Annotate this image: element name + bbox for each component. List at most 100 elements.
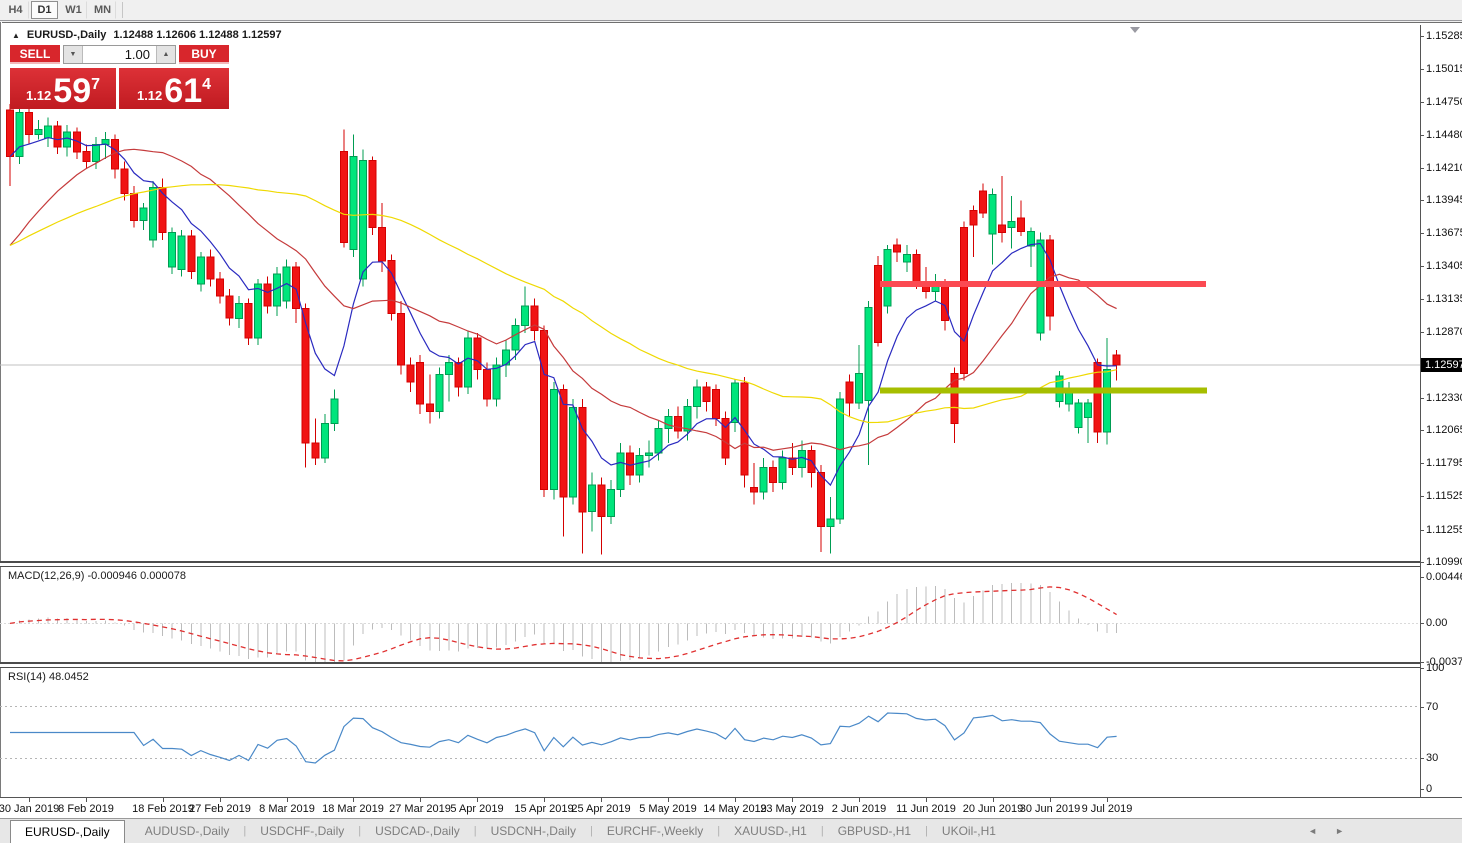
date-axis-label: 25 Apr 2019 (571, 803, 630, 815)
scroll-to-end-marker-icon[interactable] (1130, 27, 1140, 33)
rsi-axis-label: 0 (1426, 783, 1432, 795)
macd-axis-tick (1421, 577, 1424, 578)
one-click-trading-panel: SELL ▼ 1.00 ▲ BUY 1.12 59 7 1.12 61 4 (10, 45, 229, 109)
price-axis-tick (1421, 69, 1424, 70)
rsi-axis-tick (1421, 789, 1424, 790)
chart-tab-usdcad-daily[interactable]: USDCAD-,Daily (361, 819, 474, 843)
date-axis-tick (601, 798, 602, 802)
buy-button[interactable]: BUY (179, 45, 229, 64)
sell-price-prefix: 1.12 (26, 88, 51, 103)
timeframe-button-h4[interactable]: H4 (2, 1, 29, 19)
chart-tab-usdchf-daily[interactable]: USDCHF-,Daily (246, 819, 358, 843)
price-axis-tick (1421, 430, 1424, 431)
chart-tab-usdcnh-daily[interactable]: USDCNH-,Daily (477, 819, 590, 843)
rsi-axis-label: 100 (1426, 662, 1444, 674)
volume-input[interactable]: 1.00 (83, 46, 156, 63)
rsi-axis-label: 70 (1426, 701, 1438, 713)
date-axis-tick (163, 798, 164, 802)
date-axis-tick (926, 798, 927, 802)
chart-tab-xauusd-h1[interactable]: XAUUSD-,H1 (720, 819, 821, 843)
date-axis-tick (735, 798, 736, 802)
price-axis-tick (1421, 36, 1424, 37)
chart-tab-eurusd-daily[interactable]: EURUSD-,Daily (10, 820, 125, 843)
date-axis-label: 11 Jun 2019 (896, 803, 956, 815)
rsi-axis-tick (1421, 758, 1424, 759)
macd-plot[interactable] (0, 567, 1420, 662)
date-axis-tick (29, 798, 30, 802)
price-axis-tick (1421, 398, 1424, 399)
collapse-arrow-icon[interactable]: ▲ (12, 31, 20, 40)
volume-increase-icon[interactable]: ▲ (156, 46, 175, 63)
timeframe-button-mn[interactable]: MN (89, 1, 116, 19)
chart-tab-audusd-daily[interactable]: AUDUSD-,Daily (131, 819, 244, 843)
volume-decrease-icon[interactable]: ▼ (64, 46, 83, 63)
trade-panel-controls: SELL ▼ 1.00 ▲ BUY (10, 45, 229, 64)
tab-scroll-right-icon[interactable]: ► (1335, 826, 1344, 836)
chart-tab-bar: EURUSD-,DailyAUDUSD-,Daily|USDCHF-,Daily… (0, 818, 1462, 843)
price-axis-tick (1421, 562, 1424, 563)
date-axis-tick (993, 798, 994, 802)
price-axis-tick (1421, 463, 1424, 464)
price-axis-label: 1.13945 (1426, 194, 1462, 206)
tab-pager: ◄ ► (1308, 818, 1344, 843)
price-axis-tick (1421, 496, 1424, 497)
date-axis-tick (1107, 798, 1108, 802)
price-axis-tick (1421, 233, 1424, 234)
price-axis-tick (1421, 200, 1424, 201)
rsi-axis-tick (1421, 668, 1424, 669)
price-axis-label: 1.13405 (1426, 260, 1462, 272)
sell-price-big: 59 (53, 76, 91, 106)
price-axis-label: 1.11795 (1426, 457, 1462, 469)
buy-price-sup: 4 (202, 76, 211, 94)
date-axis-label: 30 Jan 2019 (0, 803, 59, 815)
macd-axis-label: 0.004465 (1426, 571, 1462, 583)
macd-axis-tick (1421, 623, 1424, 624)
buy-price-box[interactable]: 1.12 61 4 (119, 68, 229, 109)
timeframe-toolbar: H4 D1 W1 MN (0, 0, 1462, 21)
toolbar-divider (122, 2, 123, 18)
volume-stepper: ▼ 1.00 ▲ (63, 45, 176, 64)
timeframe-button-d1[interactable]: D1 (31, 1, 58, 19)
price-axis-label: 1.14480 (1426, 129, 1462, 141)
price-axis-tick (1421, 168, 1424, 169)
rsi-axis-label: 30 (1426, 752, 1438, 764)
buy-price-big: 61 (164, 76, 202, 106)
price-axis-label: 1.13135 (1426, 293, 1462, 305)
chart-tab-ukoil-h1[interactable]: UKOil-,H1 (928, 819, 1010, 843)
price-axis-tick (1421, 332, 1424, 333)
date-axis-tick (287, 798, 288, 802)
price-axis-tick (1421, 102, 1424, 103)
macd-axis-label: 0.00 (1426, 617, 1447, 629)
price-axis-label: 1.12330 (1426, 392, 1462, 404)
price-axis-label: 1.12870 (1426, 326, 1462, 338)
sell-price-box[interactable]: 1.12 59 7 (10, 68, 116, 109)
price-axis-label: 1.12065 (1426, 424, 1462, 436)
price-axis-label: 1.11525 (1426, 490, 1462, 502)
date-axis-tick (220, 798, 221, 802)
sell-button[interactable]: SELL (10, 45, 60, 64)
timeframe-button-w1[interactable]: W1 (60, 1, 87, 19)
chart-tab-gbpusd-h1[interactable]: GBPUSD-,H1 (824, 819, 925, 843)
price-axis-tick (1421, 530, 1424, 531)
date-axis-label: 2 Jun 2019 (832, 803, 886, 815)
tab-scroll-left-icon[interactable]: ◄ (1308, 826, 1317, 836)
panel-splitter-rsi[interactable] (0, 662, 1462, 668)
price-axis-label: 1.15285 (1426, 30, 1462, 42)
date-axis-tick (353, 798, 354, 802)
date-axis-tick (859, 798, 860, 802)
date-axis-tick (420, 798, 421, 802)
chart-tab-eurchf-weekly[interactable]: EURCHF-,Weekly (593, 819, 717, 843)
date-axis-label: 18 Mar 2019 (322, 803, 384, 815)
rsi-axis-tick (1421, 707, 1424, 708)
price-axis-label: 1.15015 (1426, 63, 1462, 75)
price-axis-tick (1421, 299, 1424, 300)
price-axis[interactable]: 1.152851.150151.147501.144801.142101.139… (1420, 25, 1462, 797)
date-axis-tick (477, 798, 478, 802)
panel-splitter-macd[interactable] (0, 561, 1462, 567)
rsi-indicator-label: RSI(14) 48.0452 (8, 671, 89, 683)
date-axis[interactable]: 30 Jan 20198 Feb 201918 Feb 201927 Feb 2… (0, 797, 1462, 818)
date-axis-label: 23 May 2019 (760, 803, 824, 815)
rsi-plot[interactable] (0, 668, 1420, 797)
price-axis-label: 1.14210 (1426, 162, 1462, 174)
price-axis-tick (1421, 135, 1424, 136)
